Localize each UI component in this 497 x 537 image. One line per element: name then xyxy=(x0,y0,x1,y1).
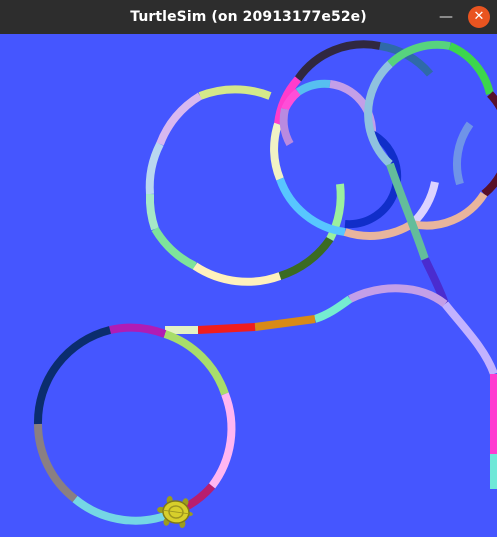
turtle-drawing xyxy=(0,34,497,537)
close-icon[interactable]: ✕ xyxy=(468,6,490,28)
turtlesim-window: TurtleSim (on 20913177e52e) — ✕ xyxy=(0,0,497,537)
minimize-icon[interactable]: — xyxy=(437,8,455,26)
title-bar[interactable]: TurtleSim (on 20913177e52e) — ✕ xyxy=(0,0,497,34)
window-title: TurtleSim (on 20913177e52e) xyxy=(130,9,367,25)
turtlesim-canvas xyxy=(0,34,497,537)
